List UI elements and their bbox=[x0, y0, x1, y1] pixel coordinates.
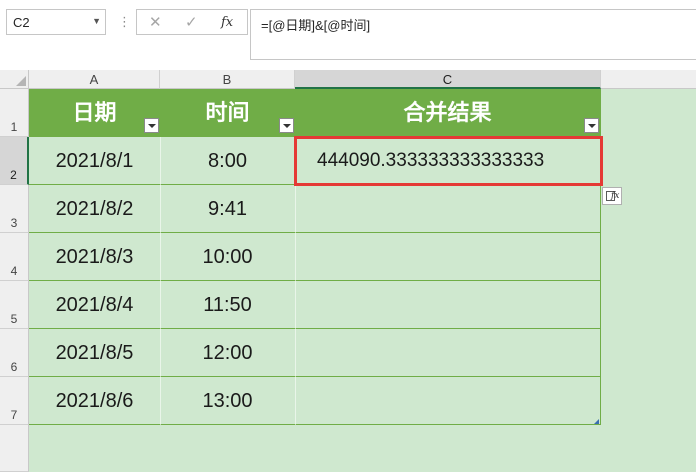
result-cell[interactable] bbox=[295, 185, 600, 233]
filter-dropdown-icon[interactable] bbox=[584, 118, 599, 133]
insert-function-icon[interactable]: fx bbox=[221, 15, 233, 30]
date-cell[interactable]: 2021/8/6 bbox=[29, 377, 160, 425]
active-cell-highlight bbox=[294, 136, 603, 186]
row-header-1[interactable]: 1 bbox=[0, 89, 29, 137]
date-cell[interactable]: 2021/8/5 bbox=[29, 329, 160, 377]
date-cell[interactable]: 2021/8/3 bbox=[29, 233, 160, 281]
filter-dropdown-icon[interactable] bbox=[279, 118, 294, 133]
formula-input[interactable]: =[@日期]&[@时间] bbox=[250, 9, 696, 60]
formula-bar-grip-icon[interactable]: ⋮ bbox=[118, 12, 131, 32]
column-header-a[interactable]: A bbox=[29, 70, 160, 89]
select-all-corner[interactable] bbox=[0, 70, 29, 89]
row-header-4[interactable]: 4 bbox=[0, 233, 29, 281]
autocorrect-options-icon[interactable]: fx bbox=[602, 187, 622, 205]
column-header-c[interactable]: C bbox=[295, 70, 601, 89]
table-resize-handle[interactable] bbox=[594, 419, 599, 424]
time-cell[interactable]: 13:00 bbox=[160, 377, 295, 425]
header-cell-result[interactable]: 合并结果 bbox=[295, 89, 600, 137]
time-cell[interactable]: 10:00 bbox=[160, 233, 295, 281]
time-cell[interactable]: 8:00 bbox=[160, 137, 295, 185]
filter-dropdown-icon[interactable] bbox=[144, 118, 159, 133]
row-header-8[interactable] bbox=[0, 425, 29, 472]
row-header-3[interactable]: 3 bbox=[0, 185, 29, 233]
time-cell[interactable]: 12:00 bbox=[160, 329, 295, 377]
time-cell[interactable]: 9:41 bbox=[160, 185, 295, 233]
time-cell[interactable]: 11:50 bbox=[160, 281, 295, 329]
formula-bar: C2 ▼ ⋮ ✕ ✓ fx =[@日期]&[@时间] bbox=[0, 0, 696, 62]
name-box-value: C2 bbox=[13, 15, 30, 30]
row-header-2[interactable]: 2 bbox=[0, 137, 29, 185]
formula-text: =[@日期]&[@时间] bbox=[261, 18, 371, 33]
header-cell-date[interactable]: 日期 bbox=[29, 89, 160, 137]
name-box-dropdown-icon[interactable]: ▼ bbox=[92, 16, 101, 26]
column-header-b[interactable]: B bbox=[160, 70, 295, 89]
result-cell[interactable] bbox=[295, 329, 600, 377]
name-box[interactable]: C2 ▼ bbox=[6, 9, 106, 35]
autocorrect-fx-glyph: fx bbox=[611, 191, 620, 201]
date-cell[interactable]: 2021/8/1 bbox=[29, 137, 160, 185]
column-header-next[interactable] bbox=[601, 70, 696, 89]
row-header-6[interactable]: 6 bbox=[0, 329, 29, 377]
row-header-5[interactable]: 5 bbox=[0, 281, 29, 329]
header-cell-time[interactable]: 时间 bbox=[160, 89, 295, 137]
enter-check-icon[interactable]: ✓ bbox=[185, 13, 198, 31]
formula-bar-buttons: ✕ ✓ fx bbox=[136, 9, 248, 35]
date-cell[interactable]: 2021/8/2 bbox=[29, 185, 160, 233]
result-cell[interactable] bbox=[295, 377, 600, 425]
date-cell[interactable]: 2021/8/4 bbox=[29, 281, 160, 329]
cancel-icon[interactable]: ✕ bbox=[149, 13, 162, 31]
result-cell[interactable] bbox=[295, 281, 600, 329]
row-header-7[interactable]: 7 bbox=[0, 377, 29, 425]
result-cell[interactable] bbox=[295, 233, 600, 281]
